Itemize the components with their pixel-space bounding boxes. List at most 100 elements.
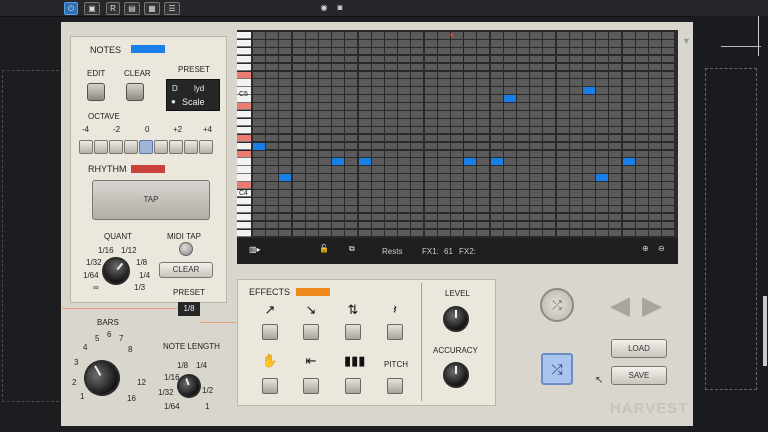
grid-cell[interactable] [279,71,292,79]
power-icon[interactable]: ⏻ [64,2,78,15]
grid-cell[interactable] [635,166,648,173]
grid-cell[interactable] [279,39,292,47]
grid-cell[interactable] [609,87,622,94]
piano-key[interactable] [237,142,251,150]
grid-cell[interactable] [371,79,384,87]
grid-cell[interactable] [583,229,595,237]
zoom-out-icon[interactable]: ⊖ [658,244,665,253]
grid-cell[interactable] [609,190,622,197]
grid-cell[interactable] [464,174,477,181]
grid-cell[interactable] [398,134,411,142]
grid-cell[interactable] [530,229,543,237]
grid-cell[interactable] [662,95,675,102]
grid-cell[interactable] [358,174,371,181]
grid-cell[interactable] [543,118,556,126]
grid-cell[interactable] [477,166,490,173]
grid-cell[interactable] [437,182,450,189]
grid-cell[interactable] [411,197,424,205]
grid-cell[interactable] [292,182,305,189]
grid-cell[interactable] [451,221,463,229]
grid-cell[interactable] [345,126,358,134]
grid-cell[interactable] [464,150,477,158]
grid-cell[interactable] [292,142,305,150]
camera-icon[interactable]: ◙ [334,2,346,13]
grid-cell[interactable] [517,47,529,55]
tap-button[interactable]: TAP [92,180,210,220]
grid-cell[interactable] [530,134,543,142]
grid-cell[interactable] [530,55,543,63]
grid-cell[interactable] [411,79,424,87]
grid-cell[interactable] [569,213,582,221]
grid-cell[interactable] [451,47,463,55]
grid-cell[interactable] [332,190,345,197]
grid-cell[interactable] [543,79,556,87]
grid-cell[interactable] [292,221,305,229]
piano-key[interactable] [237,205,251,214]
octave-step[interactable] [169,140,183,154]
grid-cell[interactable] [556,103,569,110]
grid-cell[interactable] [530,32,543,39]
grid-cell[interactable] [662,190,675,197]
grid-cell[interactable] [649,229,661,237]
grid-cell[interactable] [411,126,424,134]
grid-cell[interactable] [596,111,609,118]
grid-cell[interactable] [332,32,345,39]
grid-cell[interactable] [437,55,450,63]
grid-cell[interactable] [345,71,358,79]
grid-cell[interactable] [464,118,477,126]
grid-cell[interactable] [305,63,318,71]
grid-cell[interactable] [358,55,371,63]
grid-cell[interactable] [398,111,411,118]
grid-cell[interactable] [292,32,305,39]
grid-cell[interactable] [371,111,384,118]
grid-cell[interactable] [411,63,424,71]
grid-cell[interactable] [345,150,358,158]
grid-cell[interactable] [345,47,358,55]
grid-cell[interactable] [319,182,331,189]
grid-cell[interactable] [385,213,397,221]
grid-cell[interactable] [398,229,411,237]
grid-cell[interactable] [437,134,450,142]
grid-cell[interactable] [253,158,265,166]
grid-cell[interactable] [319,95,331,102]
grid-cell[interactable] [649,221,661,229]
grid-cell[interactable] [464,47,477,55]
grid-cell[interactable] [332,79,345,87]
grid-cell[interactable] [411,158,424,166]
grid-cell[interactable] [490,205,503,213]
grid-cell[interactable] [398,150,411,158]
grid-cell[interactable] [530,87,543,94]
grid-cell[interactable] [490,221,503,229]
grid-cell[interactable] [319,134,331,142]
grid-cell[interactable] [635,134,648,142]
piano-key[interactable] [237,47,251,56]
grid-cell[interactable] [332,87,345,94]
grid-cell[interactable] [583,95,595,102]
grid-cell[interactable] [385,71,397,79]
note-block[interactable] [464,158,477,166]
grid-cell[interactable] [609,71,622,79]
grid-cell[interactable] [596,150,609,158]
grid-cell[interactable] [622,221,635,229]
grid-cell[interactable] [503,32,516,39]
grid-cell[interactable] [319,111,331,118]
grid-cell[interactable] [398,95,411,102]
grid-cell[interactable] [385,55,397,63]
grid-cell[interactable] [424,71,437,79]
grid-cell[interactable] [424,55,437,63]
grid-cell[interactable] [490,126,503,134]
grid-cell[interactable] [424,118,437,126]
grid-cell[interactable] [345,221,358,229]
grid-cell[interactable] [583,134,595,142]
grid-cell[interactable] [266,190,279,197]
grid-cell[interactable] [358,213,371,221]
piano-keys[interactable] [237,32,251,238]
grid-cell[interactable] [305,182,318,189]
grid-cell[interactable] [490,71,503,79]
grid-cell[interactable] [424,158,437,166]
grid-cell[interactable] [279,32,292,39]
grid-cell[interactable] [371,174,384,181]
grid-cell[interactable] [279,229,292,237]
grid-cell[interactable] [635,182,648,189]
grid-cell[interactable] [622,39,635,47]
